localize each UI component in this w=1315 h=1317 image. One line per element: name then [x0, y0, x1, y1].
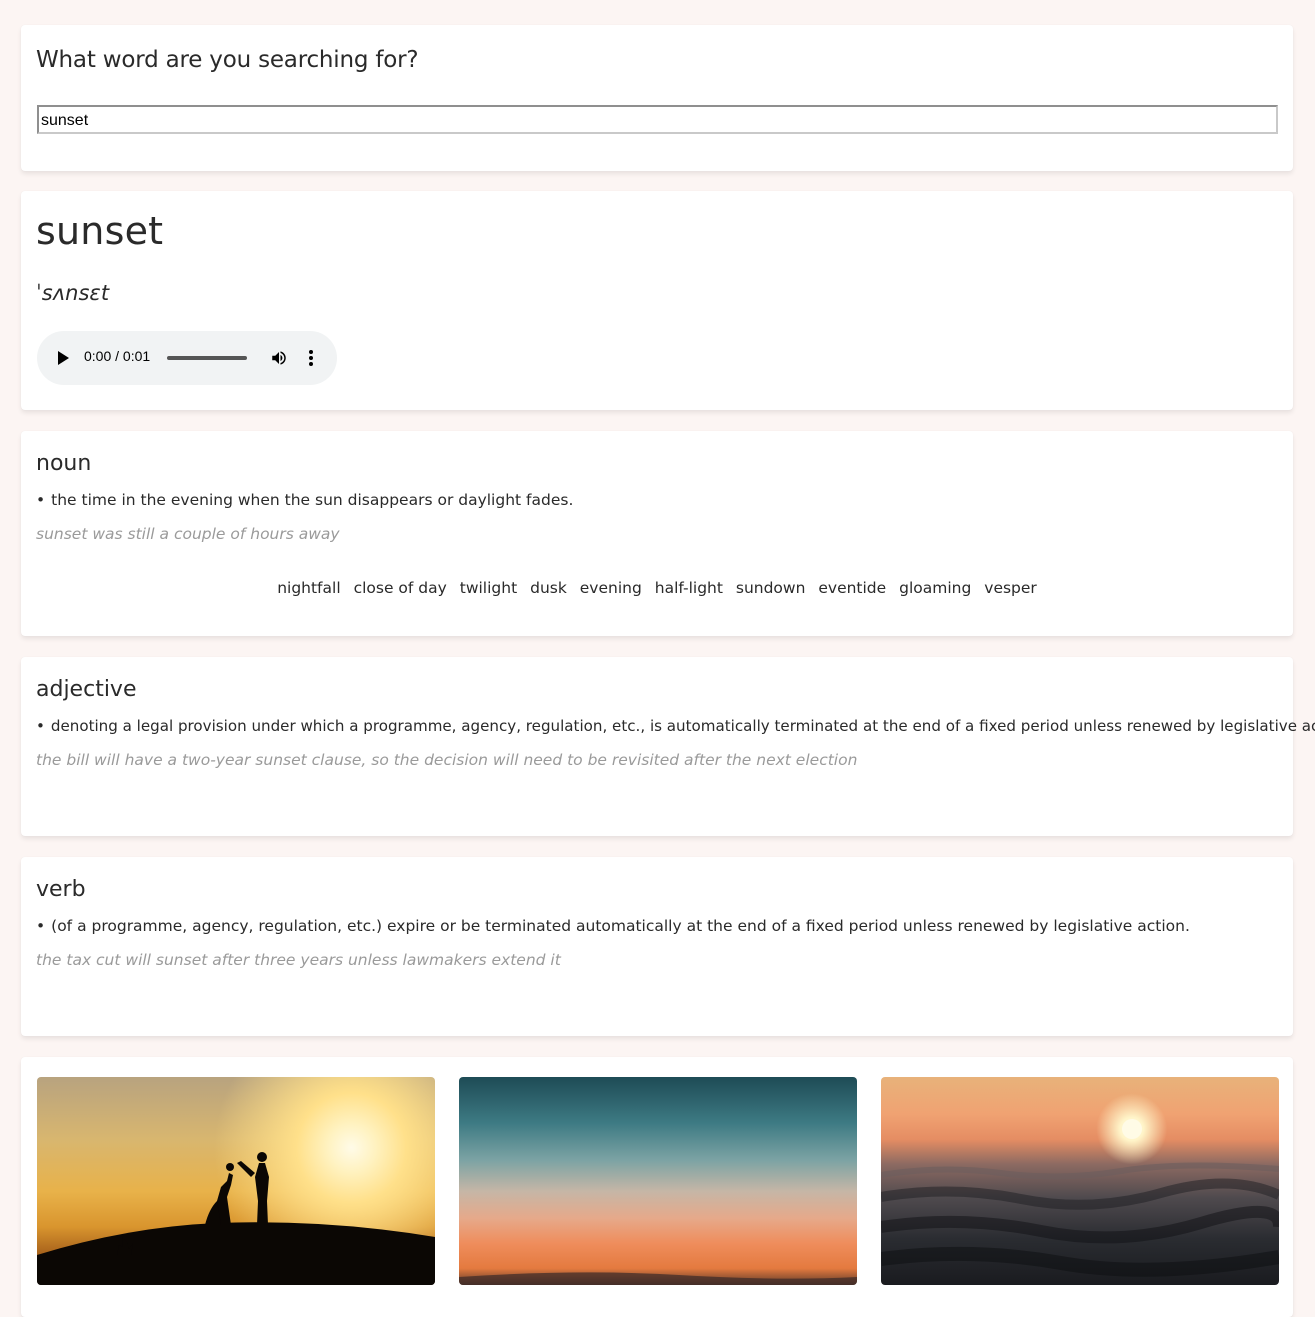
synonym[interactable]: eventide — [818, 579, 886, 597]
word-title: sunset — [36, 209, 164, 253]
meaning-card-verb: verb • (of a programme, agency, regulatio… — [21, 857, 1293, 1036]
meaning-card-adjective: adjective • denoting a legal provision un… — [21, 657, 1315, 836]
definition: • the time in the evening when the sun di… — [36, 491, 573, 509]
example-sentence: sunset was still a couple of hours away — [36, 525, 340, 543]
synonym[interactable]: gloaming — [899, 579, 971, 597]
part-of-speech: adjective — [36, 677, 137, 702]
bullet: • — [36, 491, 46, 509]
synonym[interactable]: nightfall — [277, 579, 340, 597]
play-icon[interactable] — [58, 351, 69, 365]
word-header-card: sunset ˈsʌnsɛt 0:00 / 0:01 — [21, 191, 1293, 410]
definition-text: the time in the evening when the sun dis… — [51, 491, 574, 509]
silhouette-overlay — [37, 1152, 435, 1285]
waves-overlay — [881, 1119, 1279, 1277]
synonyms-list: nightfall close of day twilight dusk eve… — [21, 579, 1293, 597]
bullet: • — [36, 917, 46, 935]
audio-progress-bar[interactable] — [167, 356, 247, 360]
audio-player: 0:00 / 0:01 — [37, 331, 337, 385]
volume-icon[interactable] — [270, 349, 288, 367]
definition-text: denoting a legal provision under which a… — [50, 717, 1315, 735]
part-of-speech: noun — [36, 451, 92, 476]
definition: • denoting a legal provision under which … — [36, 717, 1315, 735]
synonym[interactable]: close of day — [354, 579, 447, 597]
more-options-icon[interactable] — [303, 349, 319, 367]
example-sentence: the tax cut will sunset after three year… — [36, 951, 561, 969]
couple-silhouette-sunset-photo[interactable] — [37, 1077, 435, 1285]
search-input[interactable] — [37, 105, 1278, 134]
phonetic-transcription: ˈsʌnsɛt — [36, 281, 110, 305]
synonym[interactable]: evening — [580, 579, 642, 597]
meaning-card-noun: noun • the time in the evening when the s… — [21, 431, 1293, 636]
bullet: • — [36, 717, 45, 735]
definition-text: (of a programme, agency, regulation, etc… — [51, 917, 1190, 935]
sky-overlay — [459, 1272, 857, 1285]
synonym[interactable]: dusk — [530, 579, 567, 597]
synonym[interactable]: sundown — [736, 579, 806, 597]
synonym[interactable]: vesper — [984, 579, 1037, 597]
audio-time: 0:00 / 0:01 — [84, 348, 151, 364]
example-sentence: the bill will have a two-year sunset cla… — [36, 751, 858, 769]
ocean-waves-sunset-photo[interactable] — [881, 1077, 1279, 1285]
search-heading: What word are you searching for? — [36, 47, 419, 73]
synonym[interactable]: half-light — [655, 579, 723, 597]
search-card: What word are you searching for? — [21, 25, 1293, 171]
images-card — [21, 1057, 1293, 1317]
definition: • (of a programme, agency, regulation, et… — [36, 917, 1190, 935]
teal-orange-sky-photo[interactable] — [459, 1077, 857, 1285]
synonym[interactable]: twilight — [460, 579, 517, 597]
part-of-speech: verb — [36, 877, 86, 902]
